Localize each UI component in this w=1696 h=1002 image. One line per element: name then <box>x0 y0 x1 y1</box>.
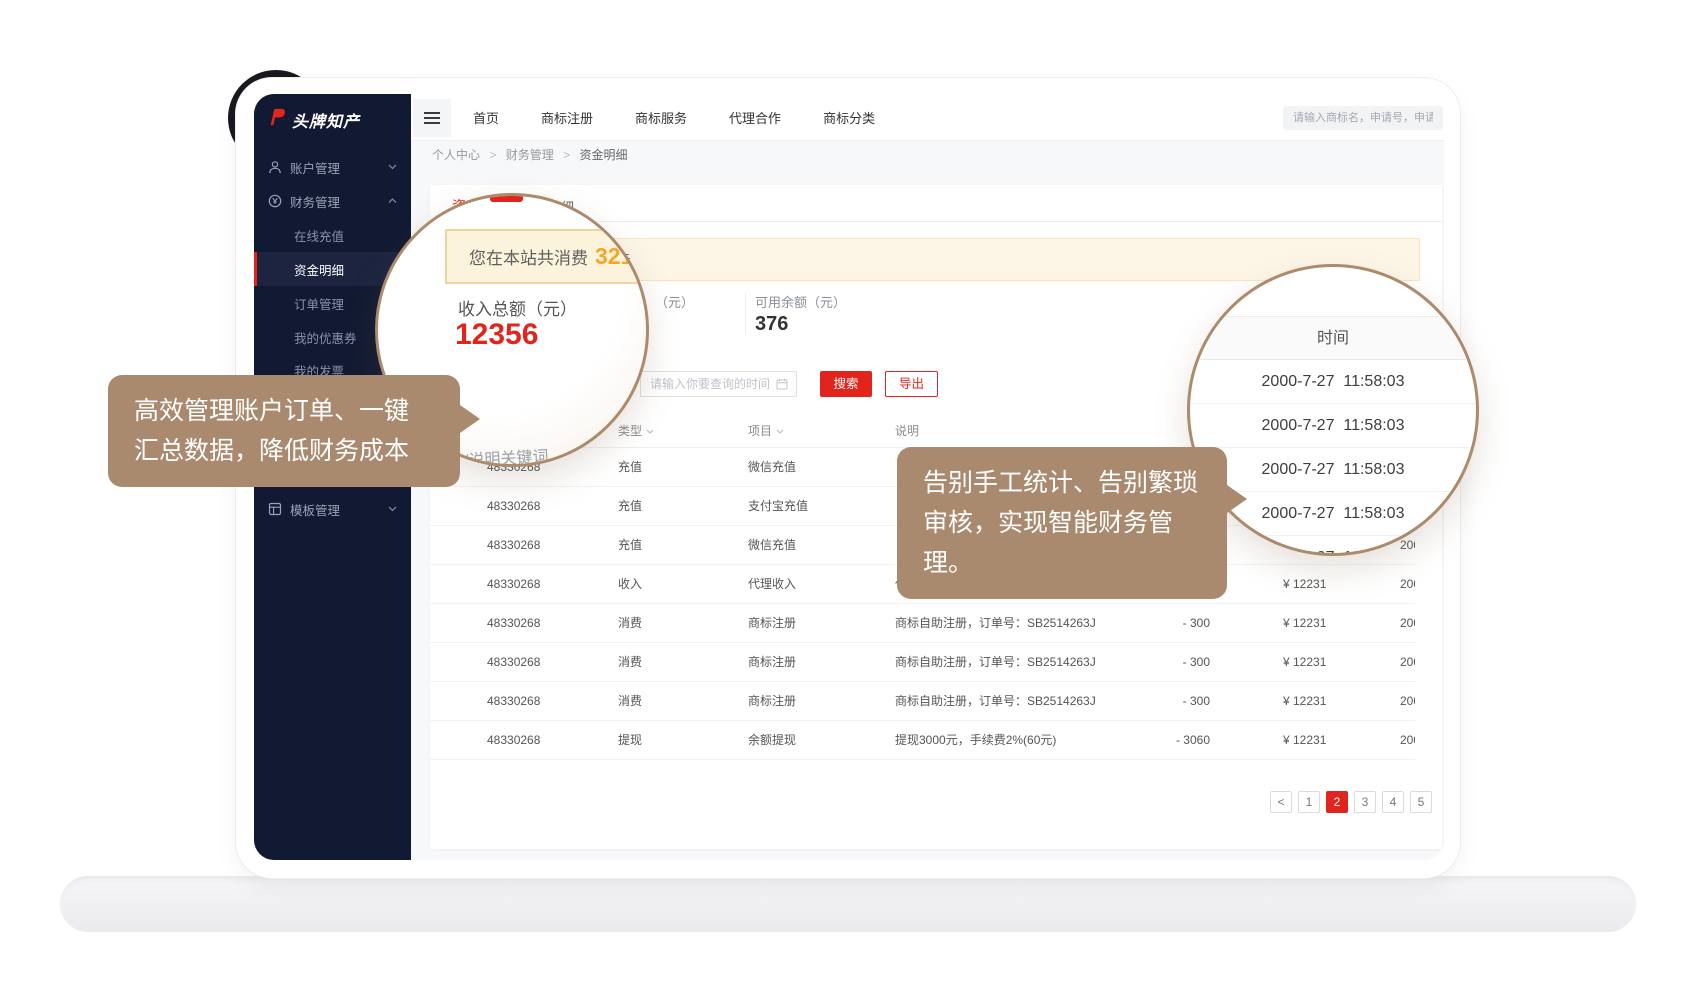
middle-stat-label-partial: （元） <box>655 292 694 311</box>
table-row[interactable]: 48330268 消费 商标注册 商标自助注册，订单号：SB2514263J -… <box>430 682 1415 721</box>
pagination-page-1[interactable]: 1 <box>1298 791 1320 813</box>
stat-divider <box>745 293 746 335</box>
sidebar-item-label: 在线充值 <box>294 226 344 245</box>
laptop-base <box>60 876 1636 932</box>
calendar-icon[interactable] <box>776 378 788 390</box>
finance-icon <box>268 194 282 208</box>
sidebar-item-templates[interactable]: 模板管理 <box>254 492 411 526</box>
page: 头牌知产 ··········· 账户管理 <box>0 0 1696 1002</box>
logo-subtext: ··········· <box>282 116 341 123</box>
table-row[interactable]: 48330268 消费 商标注册 商标自助注册，订单号：SB2514263J -… <box>430 643 1415 682</box>
table-row[interactable]: 48330268 消费 商标注册 商标自助注册，订单号：SB2514263J -… <box>430 604 1415 643</box>
magnified-income-value: 12356 <box>455 318 538 352</box>
table-row[interactable]: 48330268 提现 余额提现 提现3000元，手续费2%(60元) - 30… <box>430 721 1415 760</box>
chevron-down-icon <box>388 164 397 170</box>
sidebar-item-label: 我的优惠券 <box>294 328 357 347</box>
sidebar-item-label: 财务管理 <box>290 192 340 211</box>
nav-item-trademark-register[interactable]: 商标注册 <box>541 108 593 127</box>
magnified-time-cell: 2000-7-27 11:58:03 <box>1190 360 1476 404</box>
date-filter-input[interactable] <box>640 371 797 397</box>
magnified-income-label: 收入总额（元） <box>458 295 577 320</box>
tooltip-left: 高效管理账户订单、一键 汇总数据，降低财务成本 <box>108 375 460 487</box>
nav-item-home[interactable]: 首页 <box>473 108 499 127</box>
breadcrumb-finance[interactable]: 财务管理 <box>506 148 554 162</box>
pagination-page-4[interactable]: 4 <box>1382 791 1404 813</box>
trademark-search-input[interactable] <box>1283 106 1443 130</box>
sidebar-item-recharge[interactable]: 在线充值 <box>254 218 411 252</box>
sort-caret-icon <box>776 429 784 434</box>
pagination-page-2[interactable]: 2 <box>1326 791 1348 813</box>
magnified-time-cell: 2000-7-27 11:58:03 <box>1190 404 1476 448</box>
user-icon <box>268 160 282 174</box>
sidebar-item-label: 账户管理 <box>290 158 340 177</box>
breadcrumb-home[interactable]: 个人中心 <box>432 148 480 162</box>
menu-toggle-button[interactable] <box>413 99 451 137</box>
sort-caret-icon <box>646 429 654 434</box>
chevron-down-icon <box>388 506 397 512</box>
magnified-consumption-amount: 32124 <box>595 243 649 270</box>
nav-items: 首页 商标注册 商标服务 代理合作 商标分类 <box>473 94 875 141</box>
pagination-page-3[interactable]: 3 <box>1354 791 1376 813</box>
magnified-tab-underline <box>490 193 523 202</box>
pagination: < 1 2 3 4 5 <box>1270 791 1432 813</box>
breadcrumb: 个人中心 > 财务管理 > 资金明细 <box>432 146 627 163</box>
nav-item-trademark-classes[interactable]: 商标分类 <box>823 108 875 127</box>
balance-stat-label: 可用余额（元） <box>755 292 846 311</box>
balance-stat-value: 376 <box>755 313 788 336</box>
search-button[interactable]: 搜索 <box>820 371 872 397</box>
magnified-time-header: 时间 <box>1190 316 1476 360</box>
sidebar-item-label: 模板管理 <box>290 500 340 519</box>
breadcrumb-current: 资金明细 <box>579 148 627 162</box>
sidebar-item-finance[interactable]: 财务管理 <box>254 184 411 218</box>
sidebar-item-label: 订单管理 <box>294 294 344 313</box>
col-type[interactable]: 类型 <box>618 415 728 448</box>
sidebar-item-account[interactable]: 账户管理 <box>254 150 411 184</box>
col-project[interactable]: 项目 <box>748 415 883 448</box>
sidebar-item-label: 资金明细 <box>294 260 344 279</box>
nav-item-trademark-services[interactable]: 商标服务 <box>635 108 687 127</box>
tooltip-right: 告别手工统计、告别繁琐 审核，实现智能财务管 理。 <box>897 447 1227 599</box>
template-icon <box>268 502 282 516</box>
top-nav: 首页 商标注册 商标服务 代理合作 商标分类 <box>411 94 1444 141</box>
nav-item-agent-cooperation[interactable]: 代理合作 <box>729 108 781 127</box>
chevron-up-icon <box>388 198 397 204</box>
export-button[interactable]: 导出 <box>885 371 938 397</box>
col-desc: 说明 <box>895 415 1157 448</box>
pagination-page-5[interactable]: 5 <box>1410 791 1432 813</box>
magnified-banner: 您在本站共消费 32124 元 <box>445 229 649 284</box>
pagination-prev-button[interactable]: < <box>1270 791 1292 813</box>
